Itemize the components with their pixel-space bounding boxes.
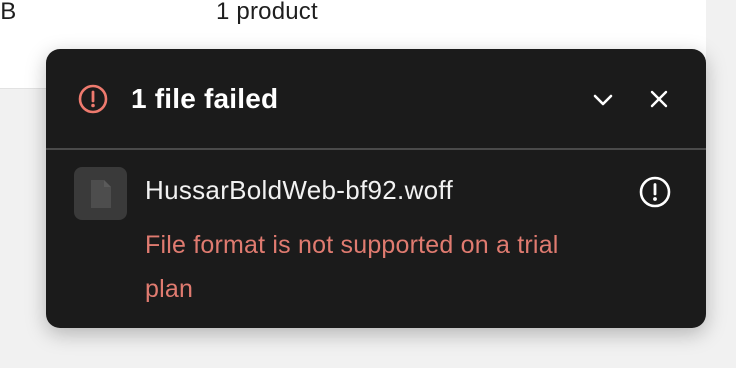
alert-circle-icon[interactable] xyxy=(639,176,671,208)
close-button[interactable] xyxy=(642,85,676,113)
toast-header: 1 file failed xyxy=(46,49,706,149)
file-error-message: File format is not supported on a trial … xyxy=(145,231,559,303)
file-name: HussarBoldWeb-bf92.woff xyxy=(145,175,453,205)
file-thumbnail xyxy=(74,167,127,220)
error-circle-icon xyxy=(78,84,108,114)
close-icon xyxy=(650,90,668,108)
product-count-text: 1 product xyxy=(216,0,318,25)
chevron-down-icon xyxy=(593,94,613,106)
file-icon xyxy=(90,179,111,208)
toast-title: 1 file failed xyxy=(131,83,279,114)
upload-error-toast: 1 file failed HussarBoldWeb-bf92.woff Fi… xyxy=(46,49,706,328)
failed-file-row: HussarBoldWeb-bf92.woff File format is n… xyxy=(46,150,706,320)
file-size-text: MB xyxy=(0,0,17,25)
collapse-button[interactable] xyxy=(586,86,620,114)
